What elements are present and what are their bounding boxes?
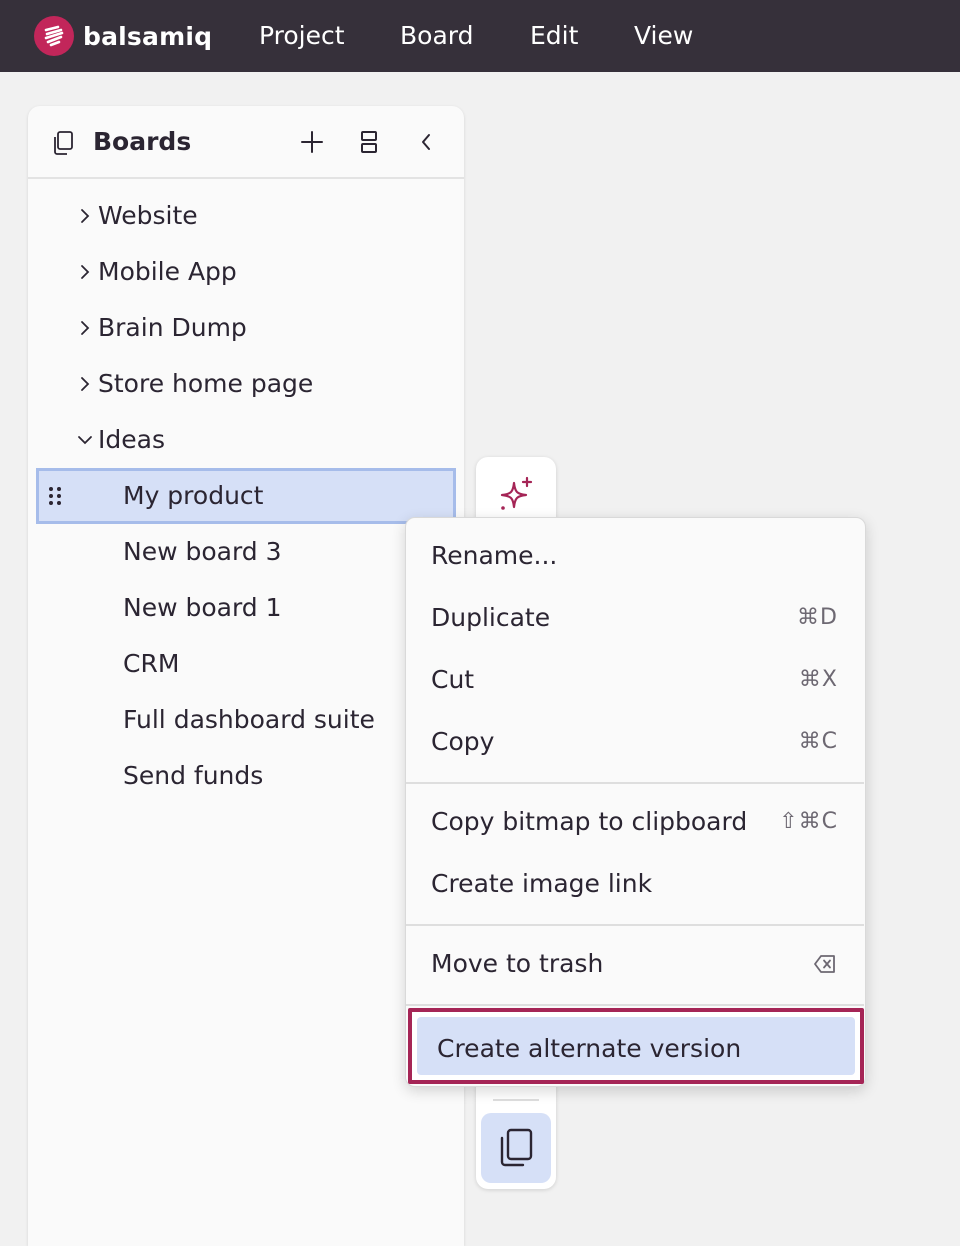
tree-item-label: Brain Dump bbox=[98, 313, 247, 342]
split-view-icon bbox=[361, 131, 377, 153]
tree-item-label: Send funds bbox=[123, 761, 264, 790]
tree-item-brain-dump[interactable]: Brain Dump bbox=[28, 300, 464, 356]
tree-item-ideas[interactable]: Ideas bbox=[28, 412, 464, 468]
tree-item-label: Ideas bbox=[98, 425, 165, 454]
tree-item-new-board-1[interactable]: New board 1 bbox=[28, 580, 464, 636]
chevron-right-icon[interactable] bbox=[74, 205, 96, 227]
boards-icon bbox=[52, 131, 74, 155]
menu-item-shortcut: ⌘X bbox=[798, 667, 838, 692]
tree-item-label: Mobile App bbox=[98, 257, 237, 286]
menu-divider bbox=[406, 924, 864, 926]
chevron-right-icon[interactable] bbox=[74, 373, 96, 395]
menu-view[interactable]: View bbox=[634, 20, 693, 52]
menu-item-shortcut: ⇧⌘C bbox=[779, 809, 838, 834]
menu-project[interactable]: Project bbox=[259, 20, 345, 52]
menu-item-label: Copy bbox=[431, 727, 495, 756]
tree-item-label: Website bbox=[98, 201, 198, 230]
tree-item-my-product[interactable]: My product bbox=[36, 468, 456, 524]
menu-bar: balsamiq Project Board Edit View bbox=[0, 0, 960, 72]
menu-item-shortcut: ⌘D bbox=[797, 605, 838, 630]
copy-pages-icon bbox=[500, 1128, 533, 1167]
ai-assist-button[interactable] bbox=[494, 475, 538, 519]
menu-item-create-alternate-version[interactable]: Create alternate version bbox=[408, 1008, 864, 1084]
chevron-left-icon bbox=[422, 134, 430, 150]
menu-item-label: Move to trash bbox=[431, 949, 604, 978]
tree-item-label: CRM bbox=[123, 649, 180, 678]
menu-item-create-image-link[interactable]: Create image link bbox=[406, 854, 864, 914]
tree-item-label: Store home page bbox=[98, 369, 314, 398]
toolbar-divider bbox=[493, 1099, 539, 1101]
boards-toggle-button[interactable] bbox=[481, 1113, 551, 1183]
delete-backspace-icon bbox=[814, 955, 835, 973]
menu-edit[interactable]: Edit bbox=[530, 20, 578, 52]
menu-item-label: Rename... bbox=[431, 541, 558, 570]
drag-handle-icon[interactable] bbox=[47, 485, 63, 507]
context-menu: Rename... Duplicate ⌘D Cut ⌘X Copy ⌘C Co… bbox=[405, 517, 866, 1087]
menu-board[interactable]: Board bbox=[400, 20, 473, 52]
tree-item-label: Full dashboard suite bbox=[123, 705, 375, 734]
app-logo[interactable]: balsamiq bbox=[34, 16, 212, 56]
menu-item-shortcut: ⌘C bbox=[798, 729, 838, 754]
tree-item-full-dashboard-suite[interactable]: Full dashboard suite bbox=[28, 692, 464, 748]
tree-item-website[interactable]: Website bbox=[28, 188, 464, 244]
tree-item-label: New board 1 bbox=[123, 593, 282, 622]
chevron-down-icon[interactable] bbox=[74, 429, 96, 451]
menu-item-label: Cut bbox=[431, 665, 475, 694]
menu-item-rename[interactable]: Rename... bbox=[406, 526, 864, 586]
chevron-right-icon[interactable] bbox=[74, 261, 96, 283]
menu-item-cut[interactable]: Cut ⌘X bbox=[406, 650, 864, 710]
tree-item-store-home-page[interactable]: Store home page bbox=[28, 356, 464, 412]
menu-item-label: Create image link bbox=[431, 869, 653, 898]
balsamiq-logo-icon bbox=[34, 16, 74, 56]
tree-item-label: New board 3 bbox=[123, 537, 282, 566]
menu-item-label: Create alternate version bbox=[437, 1034, 742, 1063]
app-name: balsamiq bbox=[83, 21, 213, 51]
plus-icon bbox=[301, 131, 323, 153]
menu-item-label: Copy bitmap to clipboard bbox=[431, 807, 748, 836]
menu-item-duplicate[interactable]: Duplicate ⌘D bbox=[406, 588, 864, 648]
tree-item-mobile-app[interactable]: Mobile App bbox=[28, 244, 464, 300]
collapse-panel-button[interactable] bbox=[412, 128, 440, 156]
tree-item-send-funds[interactable]: Send funds bbox=[28, 748, 464, 804]
tree-item-new-board-3[interactable]: New board 3 bbox=[28, 524, 464, 580]
boards-panel: Boards Website Mobile App Brain Dump Sto… bbox=[28, 106, 464, 1246]
tree-item-crm[interactable]: CRM bbox=[28, 636, 464, 692]
boards-panel-header: Boards bbox=[28, 106, 464, 179]
menu-divider bbox=[406, 1004, 864, 1006]
split-view-button[interactable] bbox=[355, 128, 383, 156]
menu-item-copy-bitmap[interactable]: Copy bitmap to clipboard ⇧⌘C bbox=[406, 792, 864, 852]
menu-divider bbox=[406, 782, 864, 784]
sparkle-ai-icon bbox=[500, 476, 533, 510]
menu-item-move-to-trash[interactable]: Move to trash bbox=[406, 934, 864, 994]
menu-item-label: Duplicate bbox=[431, 603, 551, 632]
add-board-button[interactable] bbox=[298, 128, 326, 156]
menu-item-copy[interactable]: Copy ⌘C bbox=[406, 712, 864, 772]
tree-item-label: My product bbox=[123, 481, 264, 510]
chevron-right-icon[interactable] bbox=[74, 317, 96, 339]
panel-title: Boards bbox=[93, 127, 192, 156]
menu-item-hover-highlight: Create alternate version bbox=[417, 1017, 855, 1075]
